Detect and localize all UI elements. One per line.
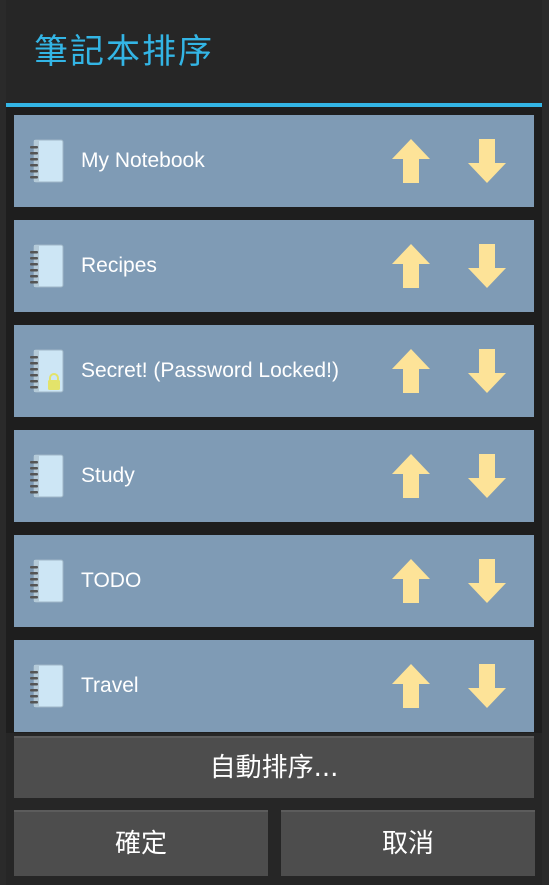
move-down-arrow-icon[interactable]: [468, 244, 506, 288]
notebook-icon: [30, 664, 64, 708]
notebook-label: My Notebook: [81, 149, 205, 172]
move-up-arrow-icon[interactable]: [392, 454, 430, 498]
ok-button[interactable]: 確定: [14, 810, 268, 876]
move-down-arrow-icon[interactable]: [468, 664, 506, 708]
move-down-arrow-icon[interactable]: [468, 349, 506, 393]
move-up-arrow-icon[interactable]: [392, 244, 430, 288]
notebook-label: Secret! (Password Locked!): [81, 359, 339, 382]
move-up-arrow-icon[interactable]: [392, 559, 430, 603]
move-up-arrow-icon[interactable]: [392, 139, 430, 183]
locked-notebook-icon: [30, 349, 64, 393]
notebook-label: Recipes: [81, 254, 157, 277]
notebook-icon: [30, 244, 64, 288]
move-down-arrow-icon[interactable]: [468, 139, 506, 183]
notebook-label: TODO: [81, 569, 142, 592]
notebook-label: Study: [81, 464, 135, 487]
notebook-row: Recipes: [14, 220, 534, 312]
move-up-arrow-icon[interactable]: [392, 349, 430, 393]
move-up-arrow-icon[interactable]: [392, 664, 430, 708]
move-down-arrow-icon[interactable]: [468, 559, 506, 603]
notebook-row: Travel: [14, 640, 534, 732]
move-down-arrow-icon[interactable]: [468, 454, 506, 498]
notebook-icon: [30, 559, 64, 603]
dialog-title: 筆記本排序: [34, 32, 214, 72]
background-app-edge-right: [541, 0, 549, 885]
notebook-icon: [30, 139, 64, 183]
cancel-button[interactable]: 取消: [281, 810, 535, 876]
notebook-icon: [30, 454, 64, 498]
notebook-label: Travel: [81, 674, 139, 697]
notebook-row: Study: [14, 430, 534, 522]
dialog-title-bar: 筆記本排序: [6, 0, 542, 107]
sort-notebooks-dialog: 筆記本排序 My Notebook Recipes Secret! (Passw…: [6, 0, 542, 885]
notebook-row: TODO: [14, 535, 534, 627]
notebook-row: Secret! (Password Locked!): [14, 325, 534, 417]
auto-sort-button[interactable]: 自動排序...: [14, 736, 534, 798]
notebook-row: My Notebook: [14, 115, 534, 207]
notebook-list: My Notebook Recipes Secret! (Password Lo…: [6, 107, 542, 733]
